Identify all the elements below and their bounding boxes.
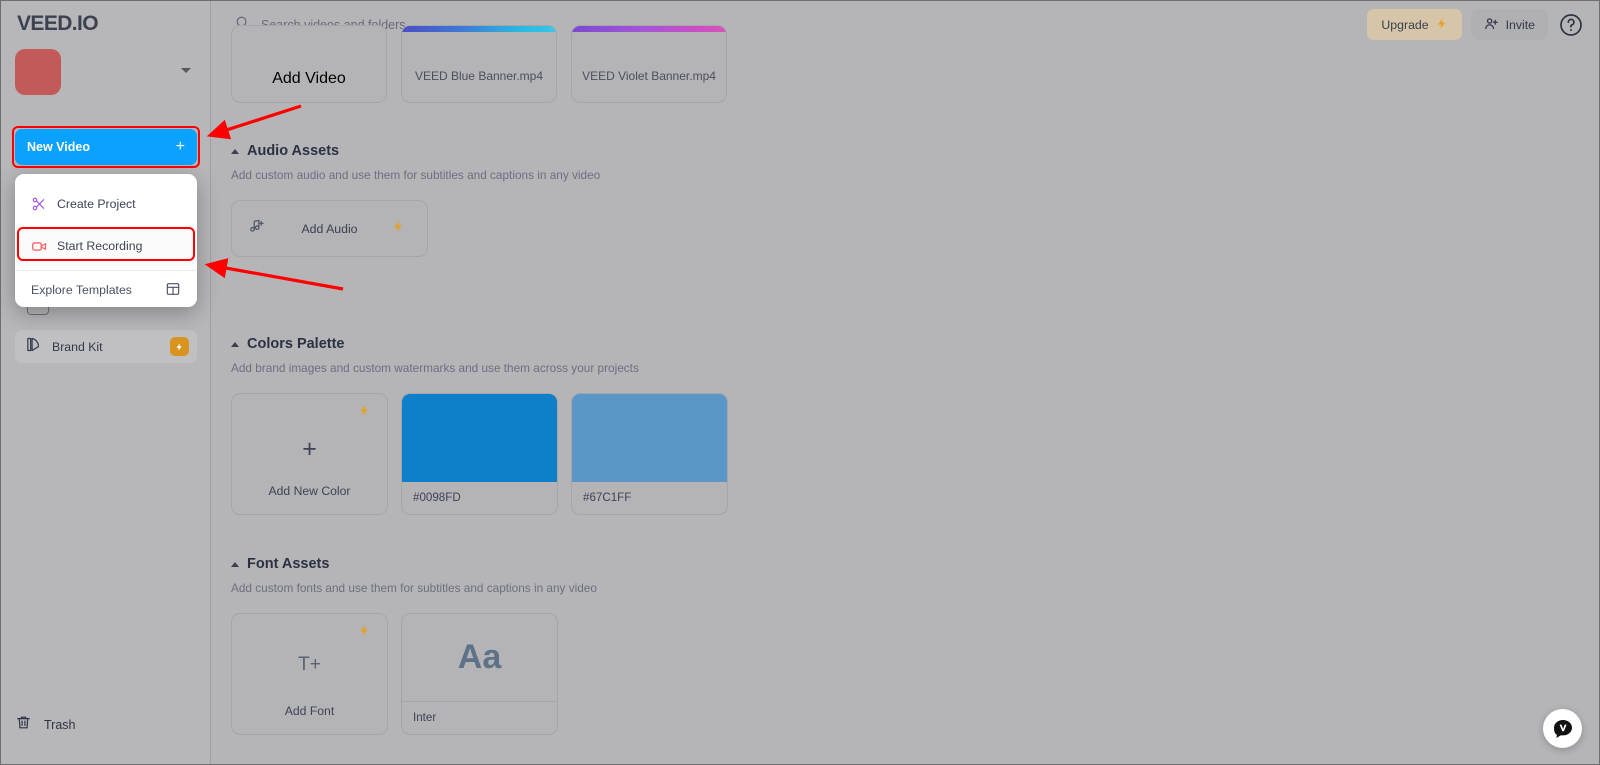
add-new-color-card[interactable]: + Add New Color	[231, 393, 388, 515]
left-sidebar: VEED.IO New Video + Brand Kit Trash	[1, 1, 211, 764]
video-camera-icon	[31, 238, 53, 255]
help-button[interactable]	[1559, 13, 1583, 37]
colors-palette-section: Colors Palette Add brand images and cust…	[231, 336, 728, 515]
font-assets-section: Font Assets Add custom fonts and use the…	[231, 556, 597, 735]
brand-kit-icon	[25, 336, 42, 358]
sidebar-item-brand-kit[interactable]: Brand Kit	[15, 330, 197, 363]
invite-label: Invite	[1505, 17, 1535, 32]
thumbnail-fade	[572, 32, 726, 58]
color-hex-label: #0098FD	[413, 491, 461, 504]
chevron-up-icon	[231, 341, 239, 347]
upgrade-label: Upgrade	[1381, 17, 1429, 32]
colors-palette-title-row[interactable]: Colors Palette	[231, 336, 728, 352]
video-name: VEED Blue Banner.mp4	[414, 69, 544, 83]
avatar	[15, 49, 61, 95]
new-video-dropdown-menu: Create Project Start Recording Explore T…	[15, 174, 197, 307]
section-subtitle: Add brand images and custom watermarks a…	[231, 361, 639, 375]
menu-item-label: Explore Templates	[31, 283, 132, 297]
add-font-card[interactable]: T+ Add Font	[231, 613, 388, 735]
add-audio-card[interactable]: Add Audio	[231, 200, 428, 257]
section-subtitle: Add custom fonts and use them for subtit…	[231, 581, 597, 595]
menu-item-start-recording[interactable]: Start Recording	[15, 225, 197, 267]
add-video-card[interactable]: Add Video	[231, 25, 387, 103]
text-plus-icon: T+	[298, 654, 321, 675]
main-content: Add Video VEED Blue Banner.mp4 VEED Viol…	[212, 25, 1599, 764]
scissors-icon	[31, 196, 53, 212]
color-swatch	[572, 394, 727, 482]
add-new-color-label: Add New Color	[268, 484, 351, 498]
veed-logo: VEED.IO	[17, 12, 99, 35]
sidebar-item-trash[interactable]: Trash	[15, 714, 76, 736]
menu-item-create-project[interactable]: Create Project	[15, 183, 197, 225]
veed-app-window: Search videos and folders Upgrade Invite	[0, 0, 1600, 765]
invite-button[interactable]: Invite	[1470, 9, 1548, 40]
bolt-icon	[1436, 16, 1448, 34]
veed-chat-icon	[1553, 719, 1572, 738]
font-name: Inter	[413, 711, 437, 724]
layout-template-icon	[165, 281, 181, 300]
brand-kit-label: Brand Kit	[52, 339, 103, 354]
video-assets-row: Add Video VEED Blue Banner.mp4 VEED Viol…	[231, 25, 727, 103]
video-card[interactable]: VEED Violet Banner.mp4	[571, 25, 727, 103]
chevron-up-icon	[231, 148, 239, 154]
color-hex-label: #67C1FF	[583, 491, 632, 504]
chevron-down-icon	[181, 68, 191, 73]
trash-icon	[15, 714, 32, 736]
header-actions: Upgrade Invite	[1367, 9, 1583, 40]
menu-item-label: Create Project	[57, 197, 136, 211]
upgrade-button[interactable]: Upgrade	[1367, 9, 1462, 40]
help-circle-icon	[1560, 13, 1582, 36]
menu-item-explore-templates[interactable]: Explore Templates	[15, 271, 197, 307]
plus-icon: +	[302, 434, 317, 463]
thumbnail-fade	[402, 32, 556, 58]
bolt-icon	[170, 337, 189, 356]
user-plus-icon	[1484, 16, 1499, 34]
chevron-up-icon	[231, 561, 239, 567]
fonts-row: T+ Add Font Aa Inter	[231, 613, 597, 735]
chat-support-button[interactable]	[1543, 709, 1582, 748]
video-name: VEED Violet Banner.mp4	[582, 69, 716, 83]
colors-row: + Add New Color #0098FD #67C1FF	[231, 393, 728, 515]
new-video-button-wrap: New Video +	[15, 129, 197, 165]
plus-icon: +	[175, 138, 185, 155]
bolt-icon	[358, 622, 371, 644]
font-preview: Aa	[402, 614, 557, 702]
menu-item-label: Start Recording	[57, 239, 143, 253]
color-card[interactable]: #67C1FF	[571, 393, 728, 515]
section-title: Colors Palette	[247, 336, 345, 352]
font-assets-title-row[interactable]: Font Assets	[231, 556, 597, 572]
add-video-label: Add Video	[272, 70, 346, 87]
color-swatch	[402, 394, 557, 482]
color-card[interactable]: #0098FD	[401, 393, 558, 515]
audio-assets-title-row[interactable]: Audio Assets	[231, 143, 600, 159]
workspace-switcher[interactable]	[15, 49, 197, 95]
bolt-icon	[392, 218, 405, 240]
new-video-button[interactable]: New Video +	[15, 129, 197, 165]
section-title: Audio Assets	[247, 143, 340, 159]
audio-assets-section: Audio Assets Add custom audio and use th…	[231, 143, 600, 257]
add-font-label: Add Font	[284, 704, 335, 718]
section-title: Font Assets	[247, 556, 330, 572]
bolt-icon	[358, 402, 371, 424]
font-card[interactable]: Aa Inter	[401, 613, 558, 735]
trash-label: Trash	[44, 718, 76, 732]
new-video-label: New Video	[27, 140, 90, 154]
section-subtitle: Add custom audio and use them for subtit…	[231, 168, 601, 182]
video-card[interactable]: VEED Blue Banner.mp4	[401, 25, 557, 103]
